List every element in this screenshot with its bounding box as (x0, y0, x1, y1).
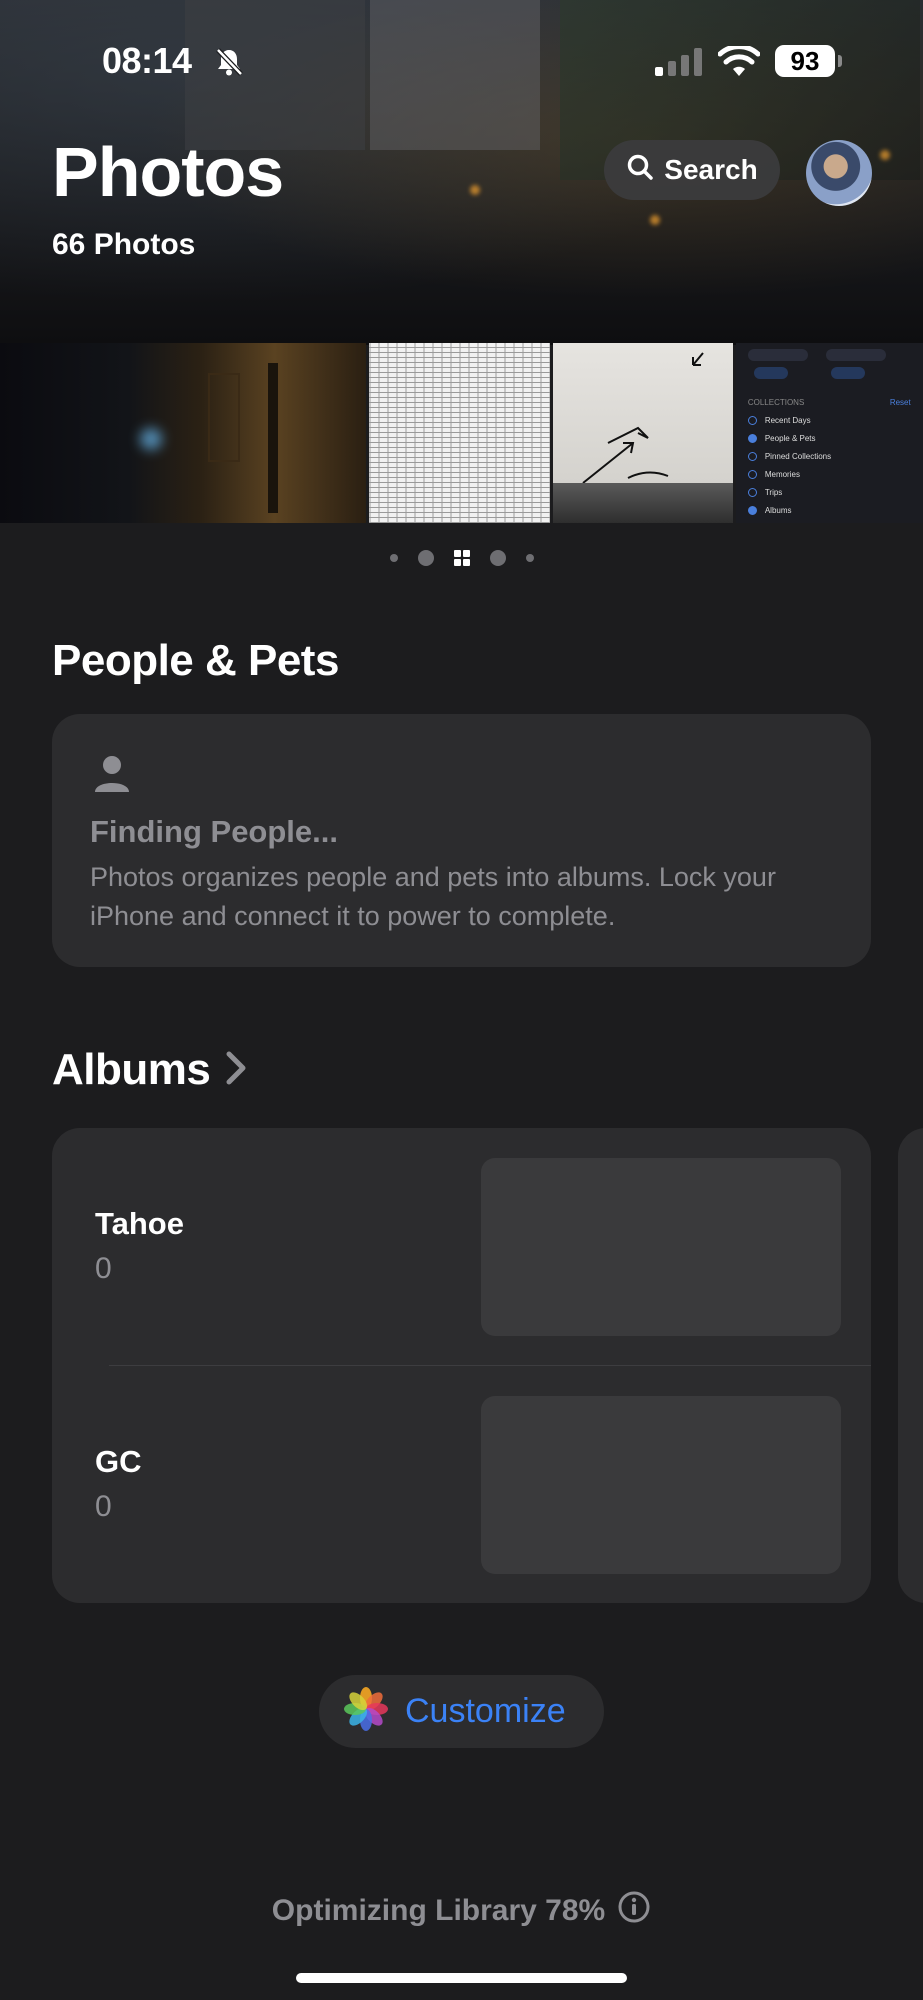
page-dot[interactable] (489, 550, 506, 566)
album-count: 0 (95, 1490, 112, 1523)
album-item-gc[interactable]: GC 0 (52, 1366, 871, 1603)
albums-card: Tahoe 0 GC 0 (52, 1128, 871, 1603)
albums-header[interactable]: Albums (52, 1045, 248, 1095)
person-icon (92, 754, 132, 799)
search-label: Search (664, 154, 758, 185)
collections-heading: COLLECTIONS (747, 398, 805, 407)
page-dot[interactable] (389, 554, 398, 562)
page-dot[interactable] (417, 550, 434, 566)
bell-slash-icon (213, 46, 245, 83)
battery-icon: 93 (775, 45, 835, 77)
albums-title[interactable]: Albums (52, 1045, 211, 1095)
photo-carousel[interactable]: COLLECTIONS Reset Recent Days People & P… (0, 343, 923, 523)
collection-item: Memories (747, 470, 800, 479)
album-name: GC (95, 1444, 142, 1479)
cellular-signal-icon (655, 48, 703, 81)
collections-reset: Reset (889, 398, 911, 407)
photo-count: 66 Photos (52, 228, 196, 261)
people-pets-title[interactable]: People & Pets (52, 636, 339, 686)
wifi-icon (717, 44, 761, 83)
collection-item: Trips (747, 488, 782, 497)
home-indicator[interactable] (296, 1973, 627, 1983)
album-name: Tahoe (95, 1206, 184, 1241)
customize-label: Customize (405, 1692, 566, 1730)
page-indicator[interactable] (0, 548, 923, 568)
people-pets-card[interactable]: Finding People... Photos organizes peopl… (52, 714, 871, 967)
finding-people-description: Photos organizes people and pets into al… (90, 862, 776, 931)
profile-avatar[interactable] (806, 140, 872, 206)
album-count: 0 (95, 1252, 112, 1285)
search-icon (626, 153, 654, 188)
album-item-tahoe[interactable]: Tahoe 0 (52, 1128, 871, 1365)
photo-thumbnail-bedroom[interactable] (0, 343, 367, 523)
chevron-right-icon (224, 1050, 248, 1091)
collection-item: Albums (747, 506, 792, 515)
albums-next-card[interactable] (898, 1128, 923, 1603)
collection-item: Recent Days (747, 416, 811, 425)
customize-button[interactable]: Customize (319, 1675, 604, 1748)
album-cover (481, 1158, 841, 1336)
optimizing-label: Optimizing Library 78% (271, 1894, 606, 1927)
photos-app-icon (343, 1686, 389, 1737)
collection-item: People & Pets (747, 434, 816, 443)
status-bar: 08:14 93 (0, 0, 923, 120)
collection-item: Pinned Collections (747, 452, 831, 461)
page-title: Photos (52, 133, 284, 211)
finding-people-status: Finding People... (90, 814, 338, 849)
battery-nub (838, 55, 842, 67)
optimizing-status[interactable]: Optimizing Library 78% (0, 1890, 923, 1932)
info-icon[interactable] (617, 1890, 651, 1932)
page-dot[interactable] (525, 554, 534, 562)
photo-thumbnail-chess[interactable] (552, 343, 733, 523)
photo-thumbnail-screenshot[interactable]: COLLECTIONS Reset Recent Days People & P… (735, 343, 923, 523)
search-button[interactable]: Search (604, 140, 780, 200)
grid-page-icon[interactable] (453, 550, 470, 566)
status-time: 08:14 (102, 40, 192, 81)
photo-thumbnail-document[interactable] (369, 343, 550, 523)
album-cover (481, 1396, 841, 1574)
